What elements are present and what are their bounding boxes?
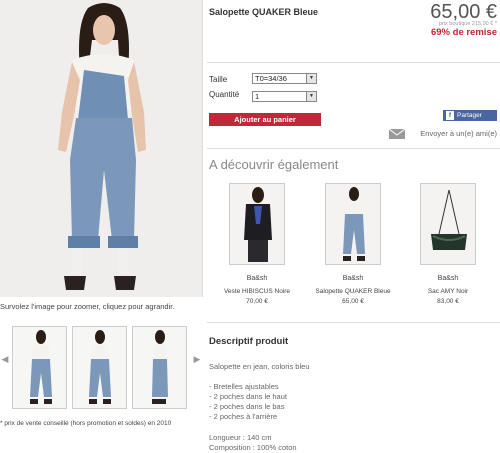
price-footnote: * prix de vente conseillé (hors promotio…: [0, 420, 172, 427]
related-product-brand: Ba&sh: [437, 275, 459, 282]
related-product-name[interactable]: Salopette QUAKER Bleue: [308, 288, 398, 295]
dropdown-arrow-icon: ▼: [306, 92, 316, 101]
related-product-brand: Ba&sh: [246, 275, 268, 282]
description-intro: Salopette en jean, coloris bleu: [209, 362, 310, 371]
thumbnail-front[interactable]: [12, 326, 67, 409]
thumbnail-alt[interactable]: [72, 326, 127, 409]
product-title: Salopette QUAKER Bleue: [209, 7, 319, 17]
size-select-value: T0=34/36: [255, 74, 287, 83]
related-product-price: 83,00 €: [437, 298, 459, 305]
thumbnail-alt-image: [89, 330, 111, 404]
related-product-name[interactable]: Veste HIBISCUS Noire: [212, 288, 302, 295]
bag-illustration: [431, 189, 467, 250]
related-product-brand: Ba&sh: [342, 275, 364, 282]
description-length: Longueur : 140 cm: [209, 433, 272, 442]
related-product-name[interactable]: Sac AMY Noir: [403, 288, 493, 295]
discount-badge: 69% de remise: [430, 27, 497, 38]
description-title: Descriptif produit: [209, 336, 289, 347]
quantity-select-value: 1: [255, 92, 260, 101]
size-label: Taille: [209, 75, 228, 84]
description-composition: Composition : 100% coton: [209, 443, 297, 452]
main-product-image[interactable]: [0, 0, 203, 297]
facebook-icon: f: [446, 111, 454, 120]
description-feature: - 2 poches à l'arrière: [209, 412, 278, 421]
zoom-hint: Survolez l'image pour zoomer, cliquez po…: [0, 302, 175, 311]
prev-arrow-icon[interactable]: ◀: [1, 352, 9, 366]
add-to-cart-button[interactable]: Ajouter au panier: [209, 113, 321, 126]
thumbnail-front-image: [30, 330, 52, 404]
description-feature: - 2 poches dans le bas: [209, 402, 285, 411]
quantity-select[interactable]: 1 ▼: [252, 91, 317, 102]
overall-illustration: [343, 187, 365, 261]
dropdown-arrow-icon: ▼: [306, 74, 316, 83]
related-product-image[interactable]: [325, 183, 381, 265]
model-illustration: [0, 0, 202, 297]
share-label: Partager: [457, 112, 482, 119]
next-arrow-icon[interactable]: ▶: [193, 352, 201, 366]
divider: [207, 148, 500, 149]
mail-icon[interactable]: [388, 128, 406, 139]
facebook-share-button[interactable]: f Partager: [443, 110, 497, 121]
divider: [207, 322, 500, 323]
quantity-label: Quantité: [209, 90, 240, 99]
description-feature: - 2 poches dans le haut: [209, 392, 287, 401]
discover-title: A découvrir également: [209, 157, 339, 172]
related-product-price: 70,00 €: [246, 298, 268, 305]
send-to-friend-link[interactable]: Envoyer à un(e) ami(e): [420, 129, 497, 138]
jacket-illustration: [244, 187, 272, 262]
divider: [207, 62, 500, 63]
thumbnail-side-image: [152, 330, 168, 404]
related-product-image[interactable]: [420, 183, 476, 265]
related-product-image[interactable]: [229, 183, 285, 265]
description-feature: - Bretelles ajustables: [209, 382, 279, 391]
size-select[interactable]: T0=34/36 ▼: [252, 73, 317, 84]
thumbnail-side[interactable]: [132, 326, 187, 409]
related-product-price: 65,00 €: [342, 298, 364, 305]
